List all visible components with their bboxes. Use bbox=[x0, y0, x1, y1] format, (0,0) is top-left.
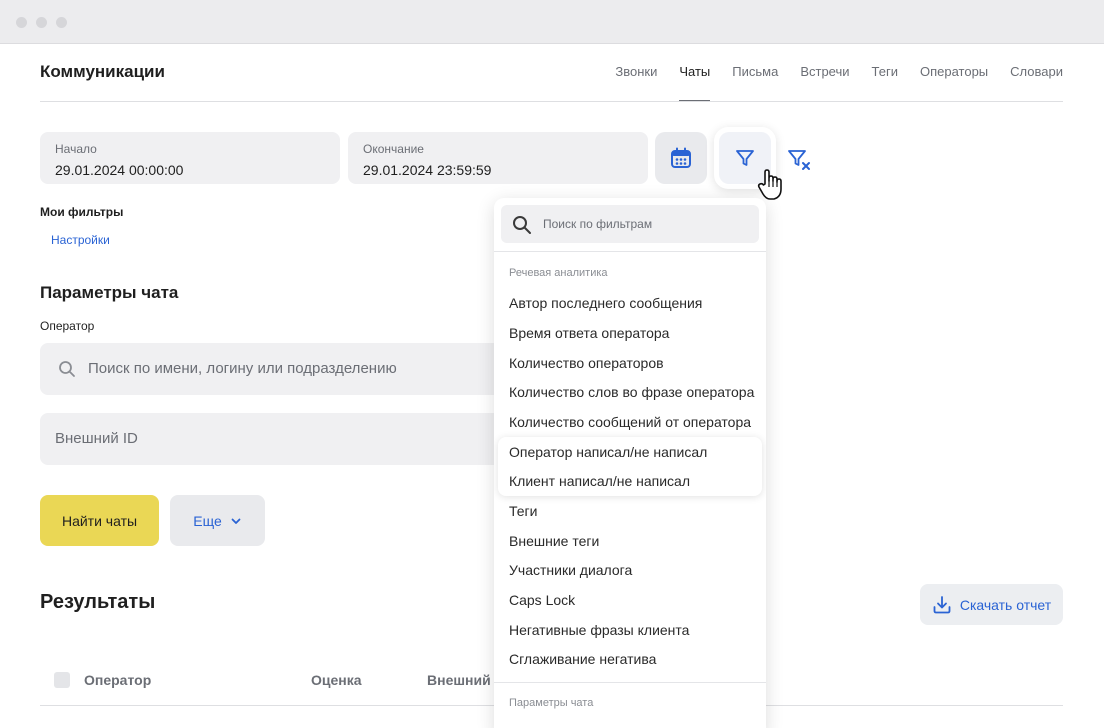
operator-label: Оператор bbox=[40, 319, 95, 333]
page-title: Коммуникации bbox=[40, 62, 165, 81]
end-date-value[interactable]: 29.01.2024 23:59:59 bbox=[363, 162, 633, 178]
window-titlebar bbox=[0, 0, 1104, 44]
find-chats-button[interactable]: Найти чаты bbox=[40, 495, 159, 546]
start-date-field[interactable]: Начало 29.01.2024 00:00:00 bbox=[40, 132, 340, 184]
end-date-field[interactable]: Окончание 29.01.2024 23:59:59 bbox=[348, 132, 648, 184]
column-header-operator[interactable]: Оператор bbox=[84, 672, 151, 688]
my-filters-label: Мои фильтры bbox=[40, 205, 124, 219]
header-divider bbox=[40, 101, 1063, 102]
column-header-rating[interactable]: Оценка bbox=[311, 672, 362, 688]
filter-item[interactable]: Автор последнего сообщения bbox=[494, 288, 766, 318]
filter-item[interactable]: Негативные фразы клиента bbox=[494, 615, 766, 645]
tabs-nav: Звонки Чаты Письма Встречи Теги Оператор… bbox=[593, 64, 1063, 102]
tab-tags[interactable]: Теги bbox=[872, 64, 898, 102]
external-id-placeholder: Внешний ID bbox=[55, 430, 138, 447]
select-all-checkbox[interactable] bbox=[54, 672, 70, 688]
dropdown-divider bbox=[494, 251, 766, 252]
filter-item[interactable]: Время ответа оператора bbox=[494, 318, 766, 348]
more-button[interactable]: Еще bbox=[170, 495, 265, 546]
filter-item[interactable]: Участники диалога bbox=[494, 555, 766, 585]
filter-search-input[interactable]: Поиск по фильтрам bbox=[501, 205, 759, 243]
search-icon bbox=[513, 216, 531, 234]
hand-cursor-icon bbox=[757, 169, 782, 200]
group-label-speech-analytics: Речевая аналитика bbox=[509, 267, 608, 279]
window-minimize-dot[interactable] bbox=[36, 17, 47, 28]
search-icon bbox=[59, 361, 75, 377]
dropdown-divider bbox=[494, 682, 766, 683]
filter-item[interactable]: Внешние теги bbox=[494, 526, 766, 556]
start-date-value[interactable]: 29.01.2024 00:00:00 bbox=[55, 162, 325, 178]
calendar-icon bbox=[671, 147, 691, 168]
filter-item[interactable]: Caps Lock bbox=[494, 585, 766, 615]
download-report-label: Скачать отчет bbox=[959, 596, 1052, 613]
tab-calls[interactable]: Звонки bbox=[615, 64, 657, 102]
column-header-external[interactable]: Внешний bbox=[427, 672, 491, 688]
filter-item[interactable]: Количество сообщений от оператора bbox=[494, 407, 766, 437]
filter-item-highlighted[interactable]: Клиент написал/не написал bbox=[494, 466, 766, 496]
download-icon bbox=[933, 595, 951, 613]
chevron-down-icon bbox=[231, 518, 241, 524]
more-button-label: Еще bbox=[193, 512, 222, 529]
download-report-button[interactable]: Скачать отчет bbox=[920, 584, 1063, 625]
results-title: Результаты bbox=[40, 591, 156, 613]
operator-search-placeholder: Поиск по имени, логину или подразделению bbox=[88, 360, 397, 377]
filter-search-placeholder: Поиск по фильтрам bbox=[543, 217, 653, 231]
window-maximize-dot[interactable] bbox=[56, 17, 67, 28]
tab-meetings[interactable]: Встречи bbox=[800, 64, 849, 102]
settings-link[interactable]: Настройки bbox=[51, 233, 110, 247]
calendar-button[interactable] bbox=[655, 132, 707, 184]
filter-clear-icon bbox=[788, 150, 810, 170]
end-date-label: Окончание bbox=[363, 142, 424, 156]
filter-dropdown: Поиск по фильтрам Речевая аналитика Авто… bbox=[494, 198, 766, 728]
filter-item[interactable]: Количество операторов bbox=[494, 348, 766, 378]
tab-operators[interactable]: Операторы bbox=[920, 64, 988, 102]
tab-dictionaries[interactable]: Словари bbox=[1010, 64, 1063, 102]
chat-params-title: Параметры чата bbox=[40, 283, 179, 302]
tab-letters[interactable]: Письма bbox=[732, 64, 778, 102]
window-close-dot[interactable] bbox=[16, 17, 27, 28]
filter-item[interactable]: Сглаживание негатива bbox=[494, 644, 766, 674]
group-label-chat-params: Параметры чата bbox=[509, 697, 594, 709]
filter-item[interactable]: Теги bbox=[494, 496, 766, 526]
filter-item-highlighted[interactable]: Оператор написал/не написал bbox=[494, 437, 766, 467]
start-date-label: Начало bbox=[55, 142, 97, 156]
clear-filter-button[interactable] bbox=[786, 146, 812, 172]
tab-chats[interactable]: Чаты bbox=[679, 64, 710, 102]
filter-icon bbox=[736, 150, 754, 166]
filter-item[interactable]: Количество слов во фразе оператора bbox=[494, 377, 766, 407]
